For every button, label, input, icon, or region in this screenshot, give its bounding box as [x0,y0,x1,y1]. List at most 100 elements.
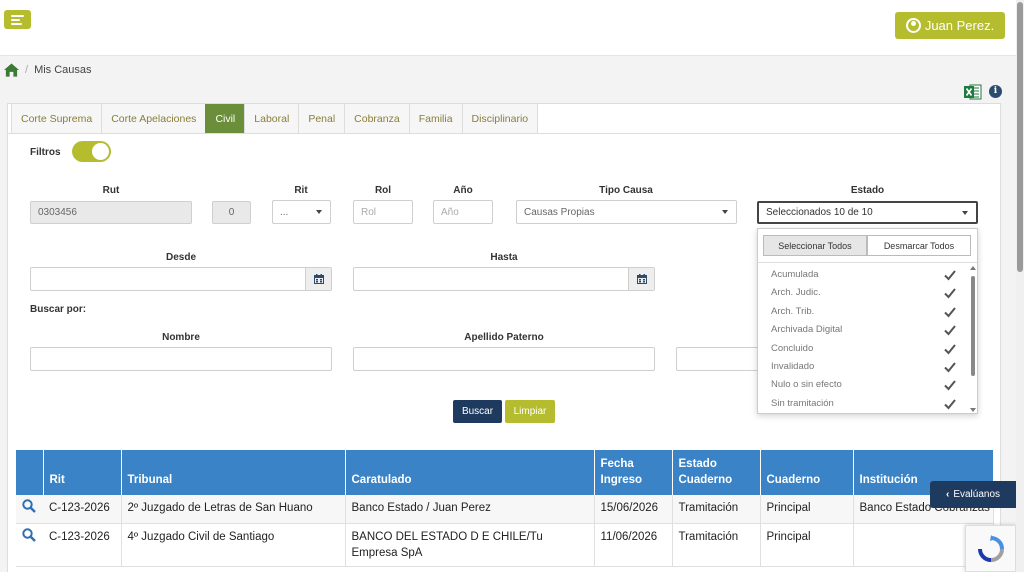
info-icon[interactable]: i [989,85,1002,98]
dropdown-scroll-thumb[interactable] [971,276,975,376]
filters-toggle[interactable] [72,141,111,162]
table-cell: C-123-2026 [43,495,122,524]
results-table: Rit Tribunal Caratulado Fecha Ingreso Es… [16,450,994,567]
table-cell: C-123-2026 [43,523,122,567]
estado-option[interactable]: Concluido [758,340,968,358]
calendar-icon[interactable] [305,268,331,290]
tab-laboral[interactable]: Laboral [244,104,300,134]
column-header[interactable]: Tribunal [121,450,346,495]
estado-label: Estado [850,185,885,196]
option-label: Acumulada [771,269,819,280]
home-icon[interactable] [4,63,19,77]
estado-select[interactable]: Seleccionados 10 de 10 [757,201,978,224]
tab-disciplinario[interactable]: Disciplinario [461,104,539,134]
select-all-button[interactable]: Seleccionar Todos [763,235,867,256]
breadcrumb: / Mis Causas [4,60,1014,80]
estado-option[interactable]: Arch. Trib. [758,303,968,321]
tab-corte-suprema[interactable]: Corte Suprema [11,104,103,134]
calendar-icon[interactable] [628,268,654,290]
top-bar: Juan Perez. [0,0,1016,56]
table-row[interactable]: C-123-2026 2º Juzgado de Letras de San H… [16,495,994,524]
breadcrumb-separator: / [25,64,29,76]
table-cell: Tramitación [672,523,761,567]
estado-options: Acumulada Arch. Judic. Arch. Trib. Archi… [758,266,968,413]
column-header[interactable]: Fecha Ingreso [594,450,673,495]
table-cell: Tramitación [672,495,761,524]
estado-option[interactable]: Sin tramitación [758,395,968,413]
tab-bar: Corte Suprema Corte Apelaciones Civil La… [11,104,539,134]
column-header[interactable]: Estado Cuaderno [672,450,761,495]
menu-toggle-button[interactable] [4,10,31,29]
apellido-materno-input[interactable] [676,347,766,371]
anio-label: Año [453,185,473,196]
chevron-down-icon [962,211,968,215]
tab-civil[interactable]: Civil [205,104,246,134]
column-header[interactable]: Cuaderno [760,450,854,495]
table-row[interactable]: C-123-2026 4º Juzgado Civil de Santiago … [16,523,994,567]
estado-option[interactable]: Nulo o sin efecto [758,376,968,394]
excel-export-icon[interactable] [964,83,982,101]
checkmark-icon [944,343,956,355]
option-label: Nulo o sin efecto [771,379,842,391]
estado-option[interactable]: Arch. Judic. [758,284,968,302]
dropdown-scrollbar[interactable] [969,266,977,412]
column-header[interactable]: Rit [43,450,122,495]
apellido-paterno-input[interactable] [353,347,655,371]
hasta-date-input[interactable] [353,267,655,291]
table-cell: 2º Juzgado de Letras de San Huano [121,495,346,524]
checkmark-icon [944,307,956,318]
rut-input[interactable]: 0303456 [30,201,192,224]
rut-dv-input[interactable]: 0 [212,201,251,224]
desde-date-input[interactable] [30,267,332,291]
desde-label: Desde [165,252,196,263]
search-icon[interactable] [22,499,36,513]
estado-option[interactable]: Acumulada [758,266,968,284]
feedback-button[interactable]: ‹ Evalúanos [930,481,1016,508]
hasta-label: Hasta [490,252,518,263]
user-circle-icon [905,18,921,33]
checkmark-icon [944,288,956,299]
clear-button[interactable]: Limpiar [505,400,555,423]
column-header[interactable]: Caratulado [345,450,595,495]
rit-select[interactable]: ... [272,200,331,224]
deselect-all-button[interactable]: Desmarcar Todos [867,235,971,256]
rol-input[interactable]: Rol [353,200,413,224]
option-label: Concluido [771,342,814,354]
nombre-label: Nombre [162,332,200,343]
table-cell: Principal [760,523,854,567]
apellido-paterno-label: Apellido Paterno [464,332,544,343]
table-cell: 11/06/2026 [594,523,673,567]
nombre-input[interactable] [30,347,332,371]
table-cell: Principal [760,495,854,524]
recaptcha-icon [977,534,1004,562]
tab-corte-apelaciones[interactable]: Corte Apelaciones [101,104,207,134]
buscar-por-label: Buscar por: [30,304,87,315]
estado-option[interactable]: Invalidado [758,358,968,376]
user-menu-button[interactable]: Juan Perez. [895,12,1005,39]
rit-label: Rit [294,185,308,196]
checkmark-icon [944,380,956,391]
rut-label: Rut [102,185,120,196]
recaptcha-badge[interactable] [965,525,1016,572]
table-cell: Banco Estado / Juan Perez [345,495,595,524]
scroll-down-icon[interactable] [970,408,976,412]
page-scrollbar[interactable] [1016,0,1024,572]
breadcrumb-current: Mis Causas [34,64,92,76]
tipo-causa-select[interactable]: Causas Propias [516,200,737,224]
causas-panel: Corte Suprema Corte Apelaciones Civil La… [7,103,1001,572]
checkmark-icon [944,270,956,281]
rit-select-value: ... [280,206,289,218]
checkmark-icon [944,399,956,410]
search-button[interactable]: Buscar [453,400,502,423]
checkmark-icon [944,362,956,373]
search-icon[interactable] [22,527,36,542]
estado-option[interactable]: Archivada Digital [758,321,968,339]
page-scroll-thumb[interactable] [1017,2,1023,272]
tab-penal[interactable]: Penal [298,104,346,134]
tab-familia[interactable]: Familia [408,104,463,134]
tipo-causa-label: Tipo Causa [599,185,653,196]
estado-select-value: Seleccionados 10 de 10 [766,207,873,218]
tab-cobranza[interactable]: Cobranza [344,104,410,134]
scroll-up-icon[interactable] [970,266,976,270]
anio-input[interactable]: Año [433,200,493,224]
